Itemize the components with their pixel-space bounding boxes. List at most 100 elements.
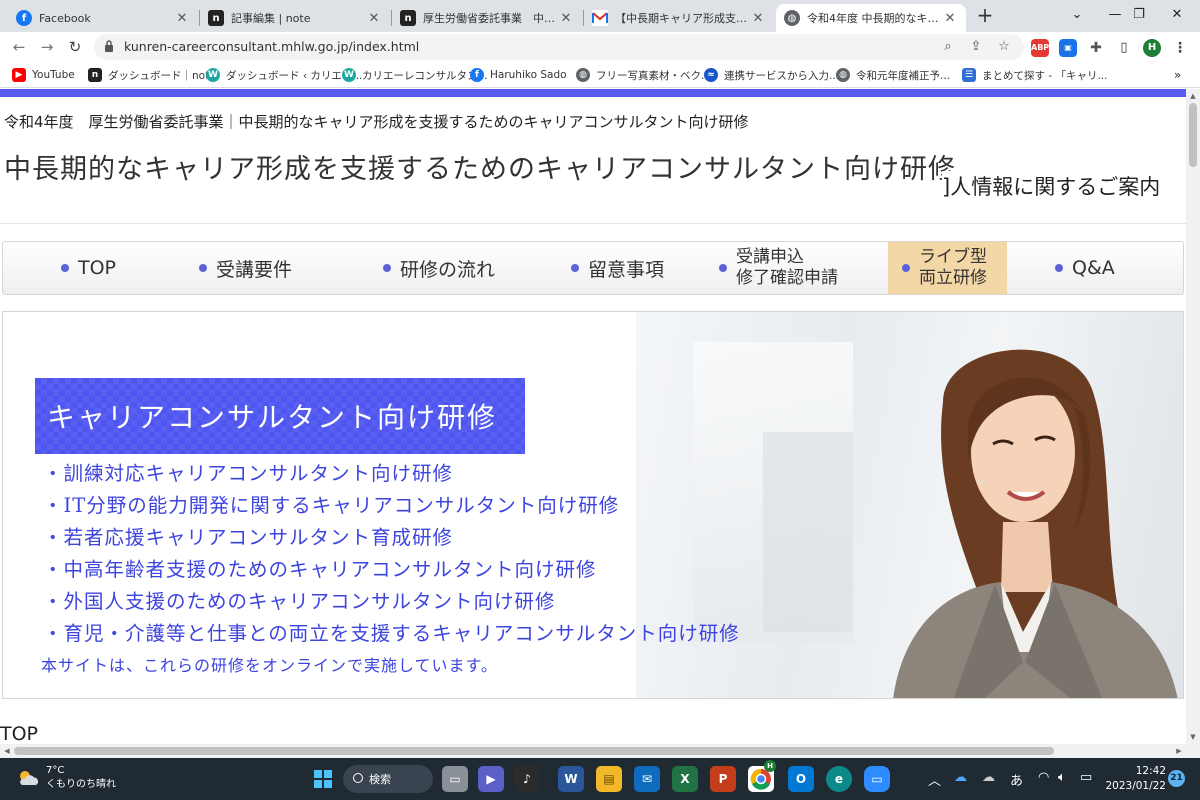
new-tab-button[interactable]: + — [974, 5, 996, 27]
onedrive-icon[interactable]: ☁ — [954, 770, 967, 785]
nav-item-live-training[interactable]: ライブ型 両立研修 — [888, 242, 1007, 294]
scroll-down-icon[interactable]: ▼ — [1186, 730, 1200, 744]
taskbar-search[interactable]: 検索 — [343, 765, 433, 793]
main-nav: TOP 受講要件 研修の流れ 留意事項 受講申込 修了確認申請 ライブ型 両立研… — [2, 241, 1184, 295]
menu-icon[interactable]: ⋮ — [1171, 39, 1189, 57]
scroll-thumb[interactable] — [1189, 103, 1197, 167]
edge-icon[interactable]: e — [826, 766, 852, 792]
weather-text: くもりのち晴れ — [46, 779, 116, 790]
forward-button[interactable]: → — [36, 36, 58, 58]
outlook-icon[interactable]: O — [788, 766, 814, 792]
nav-item-application[interactable]: 受講申込 修了確認申請 — [719, 242, 838, 294]
scroll-thumb[interactable] — [14, 747, 1054, 755]
hero-banner-title: キャリアコンサルタント向け研修 — [47, 401, 498, 434]
youtube-icon: ▶ — [12, 68, 26, 82]
notification-badge[interactable]: 21 — [1168, 770, 1185, 787]
bookmark-careere[interactable]: W カリエーレコンサルタン... — [342, 66, 488, 84]
scroll-right-icon[interactable]: ▶ — [1172, 744, 1186, 758]
accent-bar — [0, 89, 1186, 97]
address-bar[interactable]: kunren-careerconsultant.mhlw.go.jp/index… — [94, 34, 1024, 60]
bookmark-subsidy[interactable]: ◍ 令和元年度補正予... — [836, 66, 950, 84]
adblock-icon[interactable]: ABP — [1031, 39, 1049, 57]
extension-icon[interactable]: ▣ — [1059, 39, 1077, 57]
bullet-icon — [383, 264, 391, 272]
weather-widget[interactable]: 7°C くもりのち晴れ — [16, 764, 116, 792]
ime-indicator[interactable]: あ — [1010, 770, 1023, 789]
nav-item-requirements[interactable]: 受講要件 — [199, 242, 292, 294]
hero-section: キャリアコンサルタント向け研修 ・訓練対応キャリアコンサルタント向け研修 ・IT… — [2, 311, 1184, 699]
facebook-icon: f — [16, 10, 32, 26]
side-panel-icon[interactable]: ▯ — [1115, 39, 1133, 57]
nav-item-notes[interactable]: 留意事項 — [571, 242, 664, 294]
list-item: ・外国人支援のためのキャリアコンサルタント向け研修 — [43, 590, 556, 613]
bookmark-label: カリエーレコンサルタン... — [362, 69, 488, 82]
vertical-scrollbar[interactable]: ▲ ▼ — [1186, 89, 1200, 758]
nav-label-line1: ライブ型 — [919, 247, 987, 267]
teams-icon[interactable]: ▶ — [478, 766, 504, 792]
scroll-left-icon[interactable]: ◀ — [0, 744, 14, 758]
zoom-app-icon[interactable]: ▭ — [864, 766, 890, 792]
bookmark-youtube[interactable]: ▶ YouTube — [12, 66, 75, 84]
battery-icon[interactable]: ▭ — [1080, 770, 1092, 785]
tab-mhlw-note[interactable]: n 厚生労働省委託事業 中長期 ✕ — [392, 4, 582, 32]
tab-gmail[interactable]: 【中長期キャリア形成支援研修】 ✕ — [584, 4, 774, 32]
hero-banner: キャリアコンサルタント向け研修 — [35, 378, 525, 454]
wordpress-icon: W — [342, 68, 356, 82]
bookmark-linked-service[interactable]: ≈ 連携サービスから入力... — [704, 66, 839, 84]
bookmark-wp-dashboard[interactable]: W ダッシュボード ‹ カリエー... — [206, 66, 362, 84]
folder-icon[interactable]: ▤ — [596, 766, 622, 792]
chevron-up-icon[interactable]: ︿ — [928, 770, 941, 789]
close-icon[interactable]: ✕ — [558, 11, 574, 26]
nav-item-top[interactable]: TOP — [61, 242, 116, 294]
scroll-up-icon[interactable]: ▲ — [1186, 89, 1200, 103]
zoom-icon[interactable]: ⌕ — [938, 37, 958, 57]
close-icon[interactable]: ✕ — [942, 11, 958, 26]
clock[interactable]: 12:42 2023/01/22 — [1104, 764, 1166, 794]
tab-current-site[interactable]: ◍ 令和4年度 中長期的なキャリア ✕ — [776, 4, 966, 32]
bookmark-note-dashboard[interactable]: n ダッシュボード｜note — [88, 66, 216, 84]
nav-item-flow[interactable]: 研修の流れ — [383, 242, 495, 294]
reload-button[interactable]: ↻ — [64, 36, 86, 58]
cloud-icon[interactable]: ☁ — [982, 770, 995, 785]
bullet-icon — [1055, 264, 1063, 272]
nav-label: 研修の流れ — [400, 258, 496, 281]
share-icon[interactable]: ⇪ — [966, 37, 986, 57]
word-icon[interactable]: W — [558, 766, 584, 792]
close-icon[interactable]: ✕ — [750, 11, 766, 26]
nav-label: 受講要件 — [216, 258, 293, 281]
nav-item-qa[interactable]: Q&A — [1055, 242, 1115, 294]
close-icon[interactable]: ✕ — [174, 11, 190, 26]
nav-label-line1: 受講申込 — [736, 247, 804, 267]
globe-icon: ◍ — [836, 68, 850, 82]
list-item: ・育児・介護等と仕事との両立を支援するキャリアコンサルタント向け研修 — [43, 622, 740, 645]
site-subtitle: 令和4年度 厚生労働省委託事業｜中長期的なキャリア形成を支援するためのキャリアコ… — [4, 113, 749, 131]
course-list: ・訓練対応キャリアコンサルタント向け研修 ・IT分野の能力開発に関するキャリアコ… — [43, 458, 740, 650]
news-ticker[interactable]: ]人情報に関するご案内 — [942, 171, 1186, 201]
search-app-icon: ☰ — [962, 68, 976, 82]
bookmark-free-photos[interactable]: ◍ フリー写真素材・ベク... — [576, 66, 711, 84]
wifi-icon[interactable]: ◠ — [1038, 770, 1049, 785]
mail-icon[interactable]: ✉ — [634, 766, 660, 792]
start-icon[interactable] — [310, 766, 336, 792]
close-window-button[interactable]: ✕ — [1154, 2, 1200, 28]
back-button[interactable]: ← — [8, 36, 30, 58]
tab-facebook[interactable]: f Facebook ✕ — [8, 4, 198, 32]
bookmark-haruhiko[interactable]: f Haruhiko Sado — [470, 66, 567, 84]
more-bookmarks-button[interactable]: » — [1174, 66, 1181, 84]
close-icon[interactable]: ✕ — [366, 11, 382, 26]
avatar[interactable]: H — [1143, 39, 1161, 57]
task-view-icon[interactable]: ▭ — [442, 766, 468, 792]
puzzle-icon[interactable]: ✚ — [1087, 39, 1105, 57]
tab-title: 記事編集 | note — [231, 12, 311, 25]
excel-icon[interactable]: X — [672, 766, 698, 792]
bookmark-star-icon[interactable]: ☆ — [994, 37, 1014, 57]
bookmark-label: YouTube — [32, 69, 75, 81]
page-title: 中長期的なキャリア形成を支援するためのキャリアコンサルタント向け研修 — [4, 154, 956, 185]
tab-note-editor[interactable]: n 記事編集 | note ✕ — [200, 4, 390, 32]
volume-icon[interactable]: 🔈︎ — [1058, 770, 1066, 785]
powerpoint-icon[interactable]: P — [710, 766, 736, 792]
list-item: ・訓練対応キャリアコンサルタント向け研修 — [43, 462, 454, 485]
music-icon[interactable]: ♪ — [514, 766, 540, 792]
bookmark-search-career[interactable]: ☰ まとめて探す - 「キャリ... — [962, 66, 1107, 84]
horizontal-scrollbar[interactable]: ◀ ▶ — [0, 744, 1186, 758]
